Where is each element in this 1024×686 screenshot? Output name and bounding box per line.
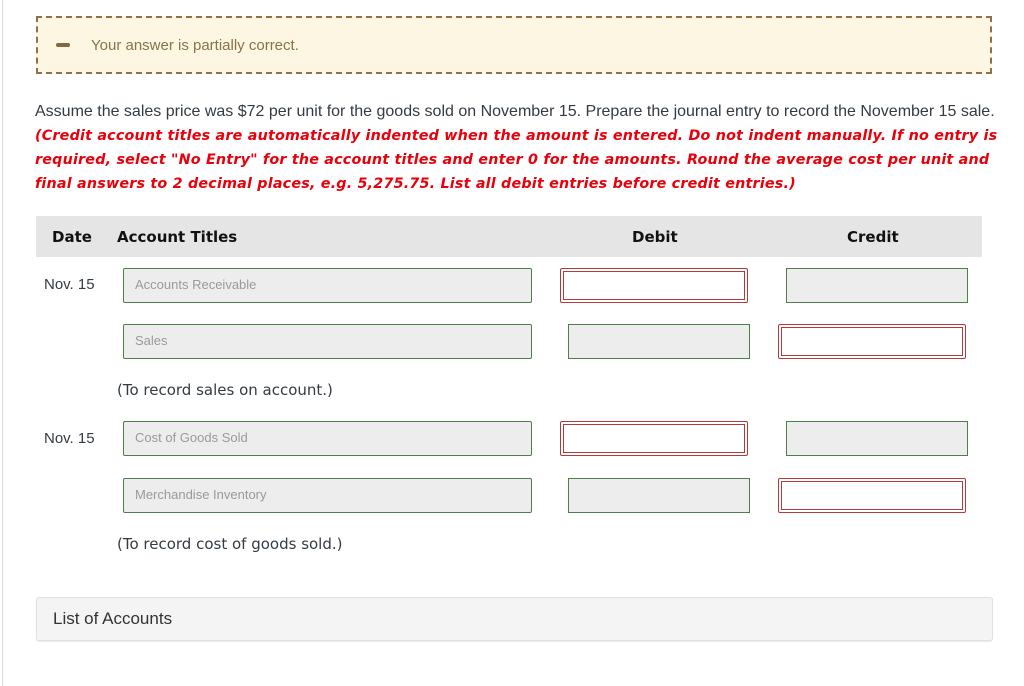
answer-status-banner: Your answer is partially correct. [36, 16, 992, 74]
question-text: Assume the sales price was $72 per unit … [35, 103, 995, 120]
question-instructions: (Credit account titles are automatically… [35, 128, 998, 192]
status-text: Your answer is partially correct. [91, 36, 299, 54]
entry-memo: (To record cost of goods sold.) [117, 535, 343, 553]
question-prompt: Assume the sales price was $72 per unit … [35, 100, 1000, 196]
account-title-field[interactable]: Sales [123, 324, 532, 359]
list-of-accounts-button[interactable]: List of Accounts [36, 597, 993, 641]
credit-amount-field[interactable] [778, 478, 966, 513]
debit-amount-field[interactable] [568, 324, 750, 359]
header-date: Date [52, 228, 92, 246]
credit-amount-field[interactable] [786, 268, 968, 303]
header-account-titles: Account Titles [117, 228, 238, 246]
page-left-border [2, 0, 3, 686]
entry-date: Nov. 15 [44, 276, 95, 293]
credit-amount-field[interactable] [778, 324, 966, 359]
account-title-field[interactable]: Cost of Goods Sold [123, 421, 532, 456]
header-credit: Credit [847, 228, 899, 246]
debit-amount-field[interactable] [560, 421, 748, 456]
journal-table-header: Date Account Titles Debit Credit [36, 216, 982, 257]
debit-amount-field[interactable] [568, 478, 750, 513]
account-title-field[interactable]: Accounts Receivable [123, 268, 532, 303]
account-title-field[interactable]: Merchandise Inventory [123, 478, 532, 513]
entry-memo: (To record sales on account.) [117, 381, 333, 399]
debit-amount-field[interactable] [560, 268, 748, 303]
credit-amount-field[interactable] [786, 421, 968, 456]
header-debit: Debit [632, 228, 678, 246]
minus-partial-icon [56, 43, 70, 47]
entry-date: Nov. 15 [44, 430, 95, 447]
